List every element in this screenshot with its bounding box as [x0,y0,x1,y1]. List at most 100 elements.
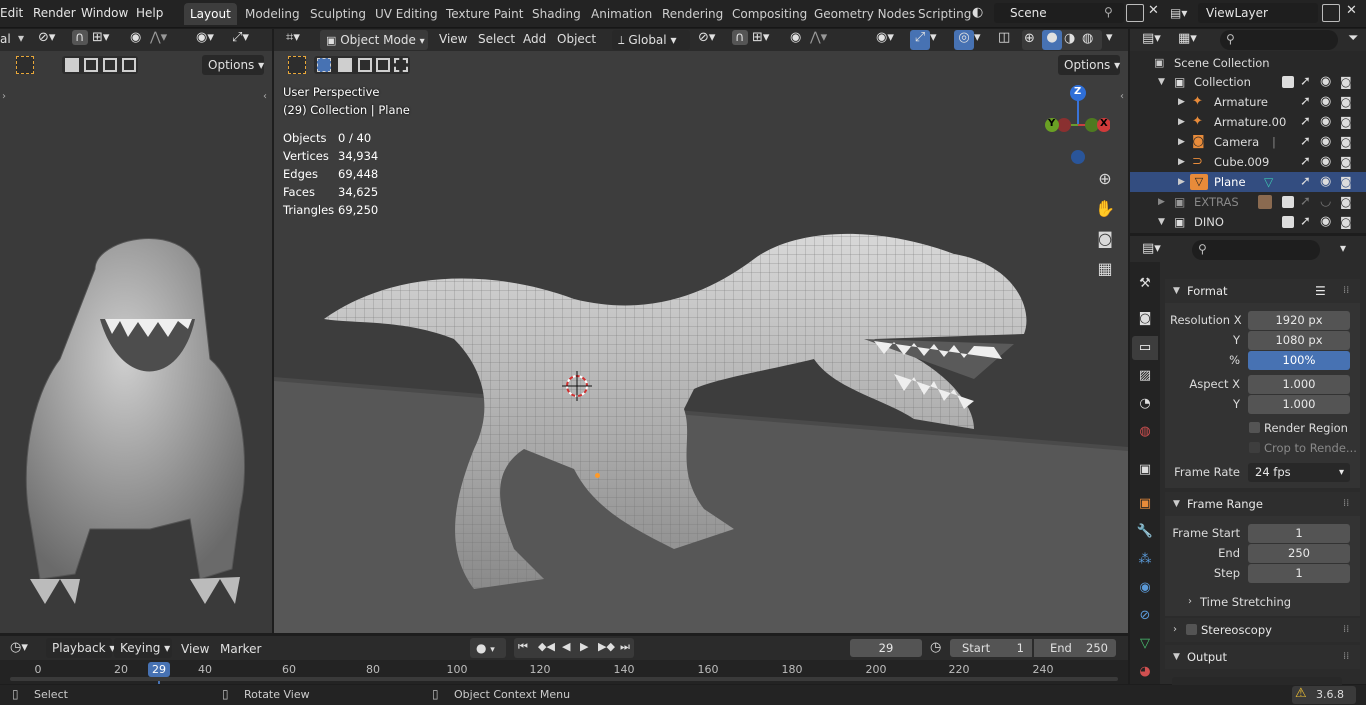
preview-range-icon[interactable]: ◷ [930,640,941,655]
snap-icon[interactable]: ∩ [72,30,88,45]
playhead[interactable]: 29 [148,662,170,677]
render-camera-icon[interactable]: ◙ [1340,212,1352,232]
timeline-marker-menu[interactable]: Marker [220,642,261,656]
render-camera-icon[interactable]: ◙ [1340,72,1352,92]
keying-menu[interactable]: Keying ▾ [114,638,172,658]
menu-object[interactable]: Object [557,32,596,46]
zoom-icon[interactable]: ⊕ [1095,169,1115,189]
frame-range-panel-header[interactable]: ▼ Frame Range ⁞⁞ [1165,492,1360,516]
material-shading-icon[interactable]: ◑ [1064,31,1075,46]
collection-tab-icon[interactable]: ▣ [1135,460,1155,480]
outliner-row-collection[interactable]: ▼ ▣ Collection ➚ ◉ ◙ [1130,72,1366,92]
time-stretching-subpanel[interactable]: › Time Stretching [1180,592,1350,612]
select-box-icon[interactable] [288,56,306,74]
render-camera-icon[interactable]: ◙ [1340,132,1352,152]
select-box-icon[interactable] [16,56,34,74]
outliner-row-cube[interactable]: ▶ ⊃ Cube.009 ➚ ◉ ◙ [1130,152,1366,172]
front-viewport[interactable]: al ▾ ⊘▾ ∩ ⊞▾ ◉ ⋀▾ ◉▾ ⤢▾ Options ▾ › ‹ [0,29,272,633]
properties-options-icon[interactable]: ▾ [1340,241,1346,255]
outliner-row-armature-001[interactable]: ▶ ✦ Armature.00 ➚ ◉ ◙ [1130,112,1366,132]
output-path-field[interactable] [1172,677,1342,685]
editor-type-icon[interactable]: ◷▾ [10,640,28,655]
output-tab-icon[interactable]: ▭ [1135,338,1155,358]
filter-icon[interactable]: ⏷ [1348,31,1358,46]
pivot-point-icon[interactable]: ⊘▾ [698,30,715,45]
outliner-search-input[interactable]: ⚲ [1220,30,1338,50]
timeline-scrollbar[interactable] [10,677,1118,681]
gizmo-icon[interactable]: ⤢▾ [232,30,249,45]
aspect-y-field[interactable]: 1.000 [1248,395,1350,414]
mesh-data-icon[interactable]: ▽ [1264,172,1273,192]
snap-target-icon[interactable]: ⊞▾ [92,30,109,45]
tab-sculpting[interactable]: Sculpting [304,3,372,25]
end-frame-field[interactable]: End 250 [1034,639,1116,657]
tab-geometry-nodes[interactable]: Geometry Nodes [808,3,921,25]
render-camera-icon[interactable]: ◙ [1340,92,1352,112]
tab-layout[interactable]: Layout [184,3,237,25]
pan-hand-icon[interactable]: ✋ [1095,199,1115,219]
select-arrow-icon[interactable]: ➚ [1300,112,1311,132]
dropdown-icon[interactable]: ▾ [18,31,24,45]
menu-render[interactable]: Render [33,6,76,20]
drag-handle-icon[interactable]: ⁞⁞ [1343,279,1349,303]
resolution-x-field[interactable]: 1920 px [1248,311,1350,330]
view-layer-tab-icon[interactable]: ▨ [1135,366,1155,386]
select-new-icon[interactable] [65,58,79,72]
snap-icon[interactable]: ∩ [732,30,748,45]
tab-rendering[interactable]: Rendering [656,3,729,25]
tab-scripting[interactable]: Scripting [912,3,977,25]
pin-icon[interactable]: ⚲ [1104,5,1113,19]
tool-tab-icon[interactable]: ⚒ [1135,274,1155,294]
modifier-wrench-icon[interactable]: 🔧 [1135,522,1155,542]
orientation-selector[interactable]: ⟘ Global ▾ [612,30,690,50]
mesh-data-tab-icon[interactable]: ▽ [1135,634,1155,654]
menu-help[interactable]: Help [136,6,163,20]
tab-compositing[interactable]: Compositing [726,3,813,25]
playback-menu[interactable]: Playback ▾ [46,638,115,658]
render-camera-icon[interactable]: ◙ [1340,192,1352,212]
menu-add[interactable]: Add [523,32,546,46]
stereoscopy-panel-header[interactable]: › Stereoscopy ⁞⁞ [1165,618,1360,642]
sidebar-expand-icon[interactable]: ‹ [263,91,267,102]
eye-closed-icon[interactable]: ◡ [1320,192,1331,212]
tab-uv-editing[interactable]: UV Editing [369,3,444,25]
eye-icon[interactable]: ◉ [1320,132,1331,152]
xray-icon[interactable]: ◫ [998,30,1010,45]
select-new-icon[interactable] [317,58,331,72]
select-subtract-icon[interactable] [358,58,372,72]
options-button[interactable]: Options ▾ [1058,55,1120,75]
gizmo-toggle-icon[interactable]: ⤢ [910,30,930,50]
proportional-icon[interactable]: ◉ [130,30,141,45]
visibility-icon[interactable]: ◉▾ [876,30,894,45]
tab-animation[interactable]: Animation [585,3,658,25]
play-icon[interactable]: ▶ [580,640,588,653]
checkbox-icon[interactable] [1282,76,1294,88]
drag-handle-icon[interactable]: ⁞⁞ [1343,618,1349,642]
select-invert-icon[interactable] [122,58,136,72]
select-extend-icon[interactable] [84,58,98,72]
eye-icon[interactable]: ◉ [1320,72,1331,92]
scene-selector[interactable]: Scene ⚲ [994,3,1124,23]
scene-icon[interactable]: ◐ [972,3,992,23]
render-camera-icon[interactable]: ◙ [1340,172,1352,192]
eye-icon[interactable]: ◉ [1320,172,1331,192]
frame-step-field[interactable]: 1 [1248,564,1350,583]
select-arrow-icon[interactable]: ➚ [1300,172,1311,192]
object-tab-icon[interactable]: ▣ [1135,494,1155,514]
scene-tab-icon[interactable]: ◔ [1135,394,1155,414]
menu-window[interactable]: Window [81,6,128,20]
delete-view-layer-icon[interactable]: ✕ [1346,3,1357,18]
eye-icon[interactable]: ◉ [1320,212,1331,232]
resolution-percent-slider[interactable]: 100% [1248,351,1350,370]
constraints-tab-icon[interactable]: ⊘ [1135,606,1155,626]
select-arrow-icon[interactable]: ➚ [1300,92,1311,112]
jump-end-icon[interactable]: ⏭ [620,640,630,654]
tab-modeling[interactable]: Modeling [239,3,306,25]
rendered-shading-icon[interactable]: ◍ [1082,31,1093,46]
pivot-icon[interactable]: ⊘▾ [38,30,55,45]
select-extend-icon[interactable] [338,58,352,72]
aspect-x-field[interactable]: 1.000 [1248,375,1350,394]
mode-fragment[interactable]: al [0,32,11,46]
orthographic-grid-icon[interactable]: ▦ [1095,259,1115,279]
snap-target-icon[interactable]: ⊞▾ [752,30,769,45]
